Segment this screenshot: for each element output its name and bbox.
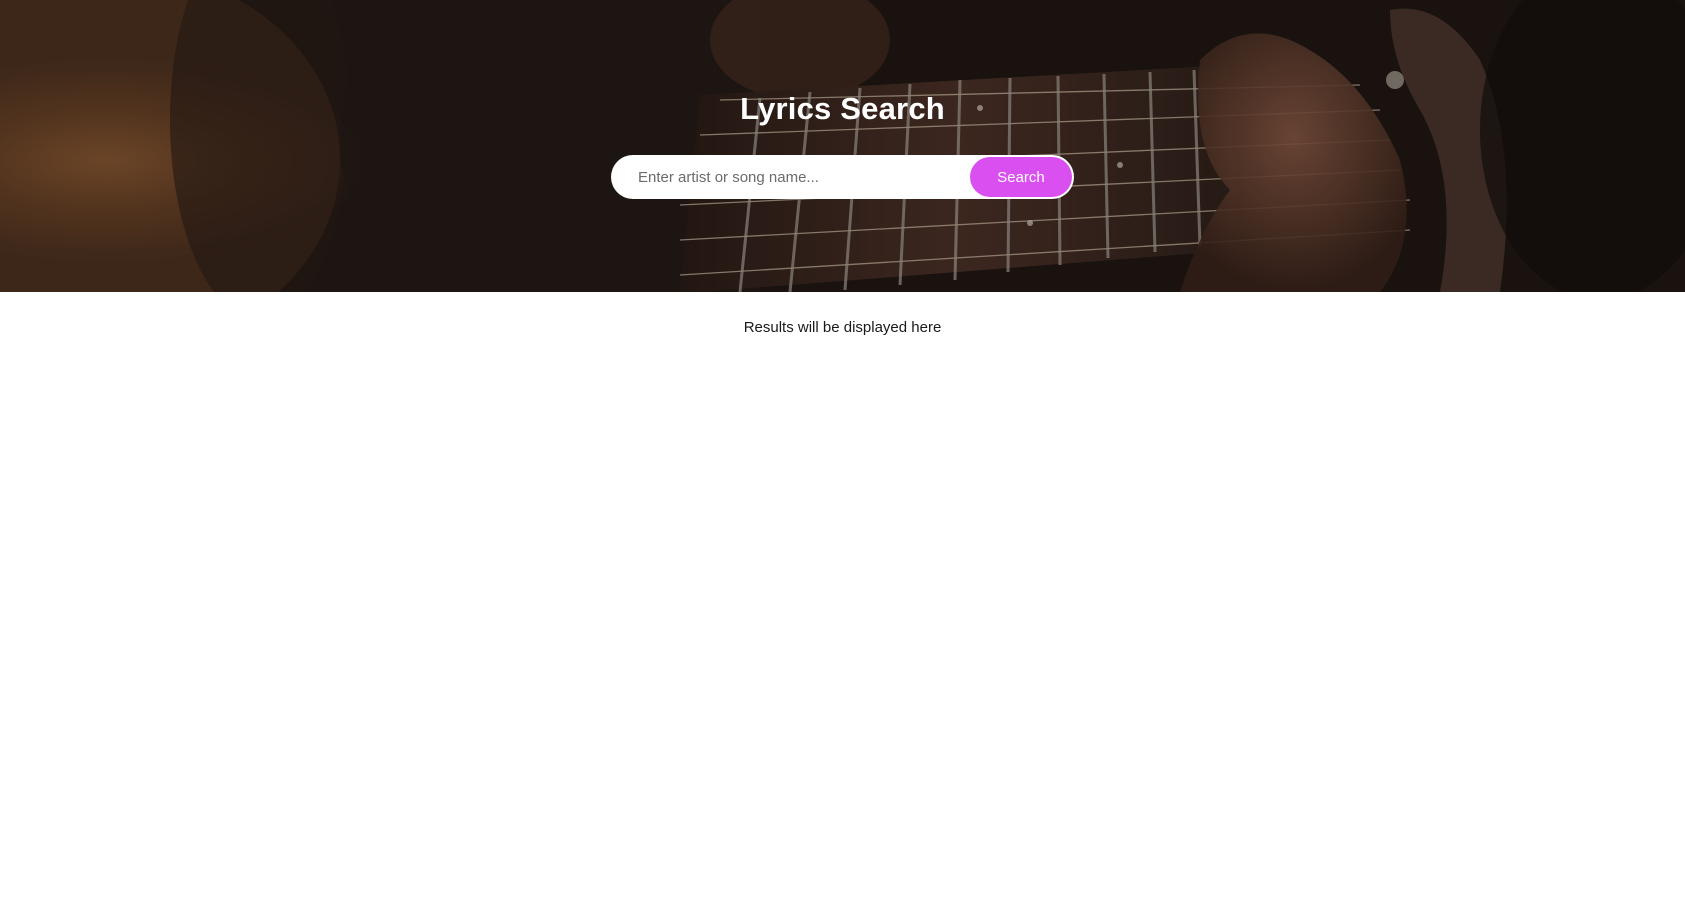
page-title: Lyrics Search: [740, 91, 945, 126]
search-input[interactable]: [611, 155, 951, 199]
results-area: Results will be displayed here: [0, 319, 1685, 336]
search-button[interactable]: Search: [970, 157, 1072, 197]
results-placeholder: Results will be displayed here: [743, 319, 942, 336]
hero-banner: Lyrics Search Search: [0, 0, 1685, 292]
search-form: Search: [611, 155, 1074, 199]
hero-content: Lyrics Search Search: [0, 0, 1685, 292]
